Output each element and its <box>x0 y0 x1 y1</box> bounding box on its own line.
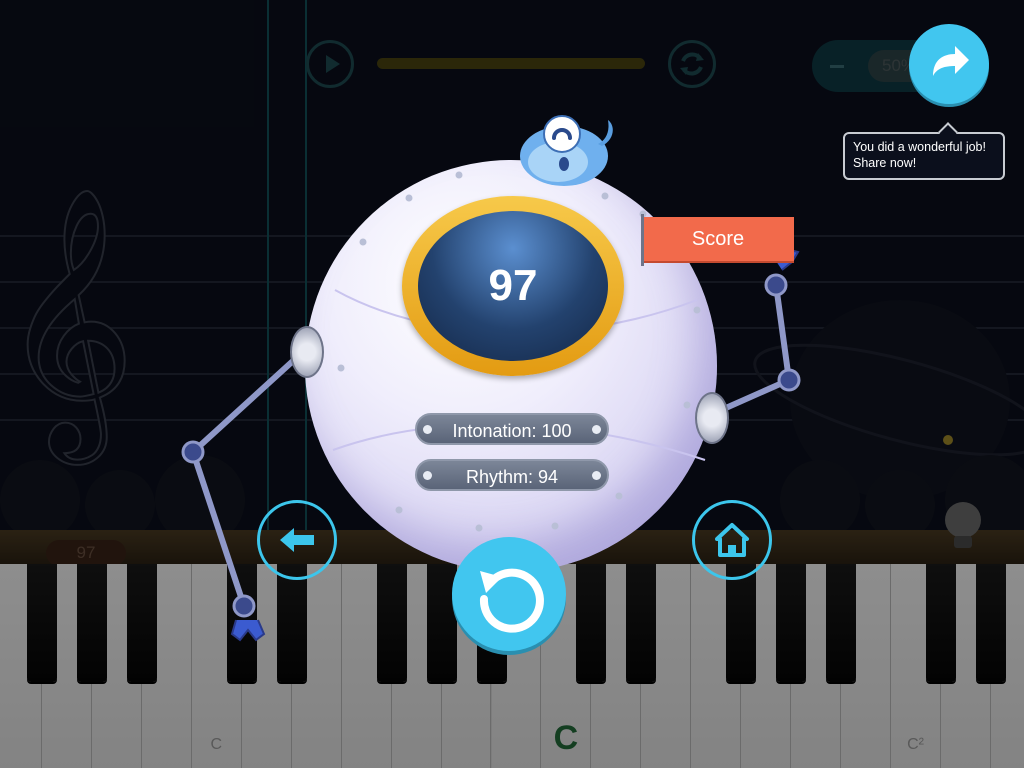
replay-icon <box>479 568 544 633</box>
replay-button[interactable] <box>452 537 566 651</box>
mascot-creature <box>520 115 613 186</box>
score-flag: Score <box>642 217 794 261</box>
right-shoulder-joint <box>695 392 729 444</box>
rhythm-plate: Rhythm: 94 <box>415 459 609 491</box>
total-score: 97 <box>488 261 538 310</box>
flag-pole <box>641 214 644 266</box>
home-button[interactable] <box>692 500 772 580</box>
home-icon <box>715 523 749 557</box>
back-button[interactable] <box>257 500 337 580</box>
back-arrow-icon <box>280 528 314 552</box>
left-shoulder-joint <box>290 326 324 378</box>
intonation-plate: Intonation: 100 <box>415 413 609 445</box>
